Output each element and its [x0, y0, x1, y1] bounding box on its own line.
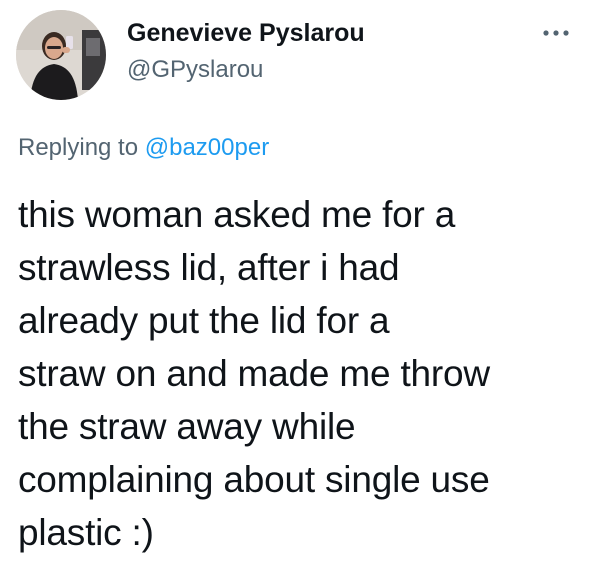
- replying-to-label: Replying to: [18, 134, 139, 161]
- author-name[interactable]: Genevieve Pyslarou: [127, 18, 365, 48]
- tweet-text: this woman asked me for a strawless lid,…: [18, 194, 490, 553]
- author-handle[interactable]: @GPyslarou: [127, 55, 263, 85]
- reply-mention-link[interactable]: @baz00per: [145, 134, 269, 161]
- more-horizontal-icon: [543, 30, 569, 36]
- author-avatar[interactable]: [16, 10, 106, 100]
- replying-to-line: Replying to @baz00per: [18, 133, 269, 163]
- profile-photo-icon: [16, 10, 106, 100]
- tweet-card: Genevieve Pyslarou @GPyslarou Replying t…: [0, 0, 599, 563]
- more-options-button[interactable]: [536, 18, 576, 48]
